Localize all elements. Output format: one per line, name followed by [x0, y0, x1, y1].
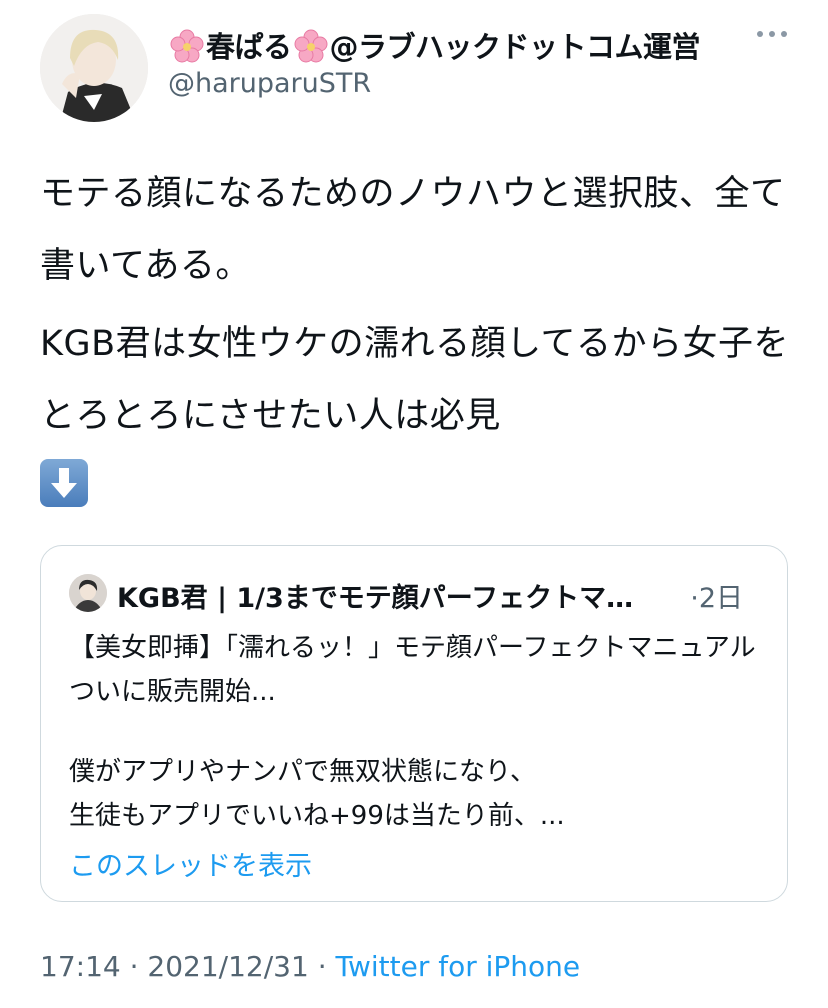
author-name-row[interactable]: 春ぱる @ラブハックドットコム運営	[168, 24, 800, 64]
tweet-date: 2021/12/31	[147, 950, 309, 983]
quoted-line-3: 生徒もアプリでいいね+99は当たり前、...	[69, 801, 565, 831]
quoted-tweet-card[interactable]: KGB君 | 1/3までモテ顔パーフェクトマ… ·2日 【美女即挿】「濡れるッ！…	[40, 545, 788, 902]
tweet-meta: 17:14 · 2021/12/31 · Twitter for iPhone	[40, 950, 580, 983]
tweet-text: モテる顔になるためのノウハウと選択肢、全て書いてある。 KGB君は女性ウケの濡れ…	[40, 158, 800, 524]
tweet-paragraph-2: KGB君は女性ウケの濡れる顔してるから女子をとろとろにさせたい人は必見	[40, 308, 800, 524]
more-icon[interactable]	[752, 24, 792, 44]
meta-separator: ·	[308, 950, 336, 983]
author-handle[interactable]: @haruparuSTR	[168, 68, 371, 99]
cherry-blossom-icon	[294, 29, 328, 63]
cherry-blossom-icon	[170, 29, 204, 63]
down-arrow-emoji-icon	[40, 459, 88, 507]
tweet-paragraph-1: モテる顔になるためのノウハウと選択肢、全て書いてある。	[40, 174, 786, 286]
show-thread-link[interactable]: このスレッドを表示	[69, 844, 312, 883]
quoted-author-avatar	[69, 574, 107, 612]
author-display-name: 春ぱる	[206, 30, 292, 64]
author-avatar[interactable]	[40, 14, 148, 122]
quoted-line-1: 【美女即挿】「濡れるッ！」モテ顔パーフェクトマニュアルついに販売開始...	[69, 633, 756, 707]
quoted-line-2: 僕がアプリやナンパで無双状態になり、	[69, 757, 536, 787]
quoted-tweet-header: KGB君 | 1/3までモテ顔パーフェクトマ… ·2日	[69, 572, 759, 614]
tweet-time: 17:14	[40, 950, 121, 983]
tweet-header: 春ぱる @ラブハックドットコム運営 @haruparuSTR	[40, 14, 800, 122]
author-display-name-suffix: @ラブハックドットコム運営	[329, 30, 701, 64]
tweet-source-link[interactable]: Twitter for iPhone	[336, 950, 581, 983]
quoted-tweet-time: ·2日	[690, 583, 743, 614]
quoted-tweet-body: 【美女即挿】「濡れるッ！」モテ顔パーフェクトマニュアルついに販売開始... 僕が…	[69, 626, 763, 838]
meta-separator: ·	[120, 950, 148, 983]
tweet-paragraph-2-text: KGB君は女性ウケの濡れる顔してるから女子をとろとろにさせたい人は必見	[40, 324, 790, 436]
quoted-author-name: KGB君 | 1/3までモテ顔パーフェクトマ…	[117, 583, 634, 614]
